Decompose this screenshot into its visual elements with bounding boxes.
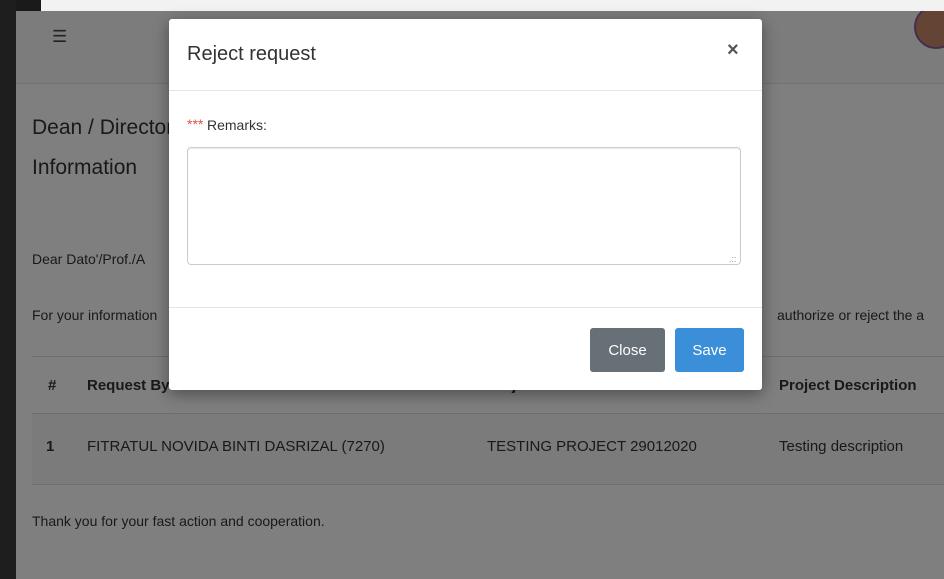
remarks-label: Remarks:	[207, 117, 267, 133]
background-left-edge	[0, 0, 16, 579]
resize-handle-icon[interactable]: .::	[729, 254, 737, 264]
remarks-textarea[interactable]	[187, 147, 741, 265]
reject-request-dialog: Reject request × *** Remarks: .:: Close …	[169, 19, 762, 390]
background-top-strip	[41, 0, 944, 11]
close-icon[interactable]: ×	[727, 39, 739, 62]
required-marker: ***	[187, 116, 204, 132]
dialog-header: Reject request ×	[169, 19, 762, 91]
close-button[interactable]: Close	[590, 328, 665, 372]
save-button[interactable]: Save	[675, 328, 744, 372]
dialog-footer: Close Save	[169, 307, 762, 391]
dialog-title: Reject request	[187, 43, 316, 65]
